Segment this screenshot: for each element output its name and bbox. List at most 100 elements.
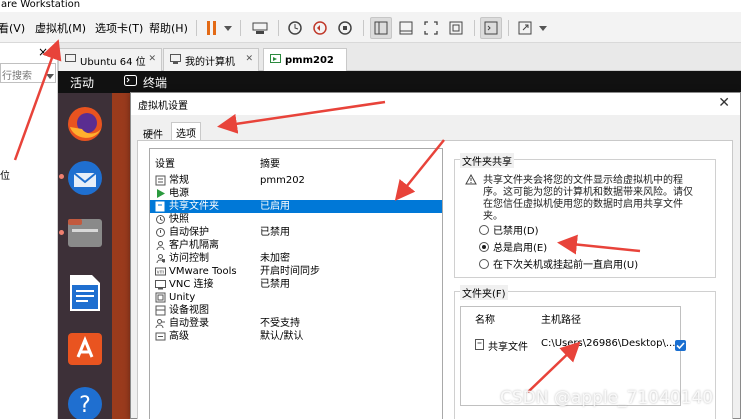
close-tab-icon[interactable]: ✕ — [245, 54, 253, 64]
folder-enabled-checkbox[interactable] — [675, 340, 686, 351]
setting-summary: 已禁用 — [260, 279, 290, 290]
device-view-icon — [155, 305, 166, 316]
setting-name: Unity — [169, 292, 196, 303]
toolbar-separator — [278, 20, 279, 36]
setting-name: 共享文件夹 — [169, 201, 219, 212]
dropdown-icon[interactable] — [222, 17, 234, 39]
setting-name: 自动登录 — [169, 318, 209, 329]
console-view-icon[interactable] — [480, 17, 502, 39]
terminal-icon — [124, 75, 137, 89]
menu-view[interactable]: 看(V) — [0, 20, 25, 36]
software-icon[interactable] — [66, 331, 104, 370]
setting-summary: 未加密 — [260, 253, 290, 264]
access-control-icon — [156, 254, 165, 264]
tab-label: Ubuntu 64 位 — [80, 56, 146, 68]
setting-name: VNC 连接 — [169, 279, 214, 290]
tab-options[interactable]: 选项 — [171, 122, 201, 141]
setting-name: 设备视图 — [169, 305, 209, 316]
settings-row-vnc[interactable]: VNC 连接 已禁用 — [150, 278, 442, 291]
folder-sharing-group: 文件夹共享 共享文件夹会将您的文件显示给虚拟机中的程序。这可能为您的计算机和数据… — [454, 153, 716, 278]
menu-vm[interactable]: 虚拟机(M) — [35, 20, 86, 36]
toolbar-separator — [474, 20, 475, 36]
folder-row[interactable]: 共享文件 C:\Users\26986\Desktop\... — [461, 337, 686, 353]
files-icon[interactable] — [66, 215, 104, 252]
search-dropdown-icon[interactable] — [46, 69, 54, 82]
writer-icon[interactable] — [68, 273, 102, 316]
radio-button[interactable] — [479, 224, 489, 235]
firefox-icon[interactable] — [66, 105, 104, 146]
shared-folder-icon — [475, 339, 484, 350]
settings-row-autologin[interactable]: 自动登录 不受支持 — [150, 317, 442, 330]
vm-settings-dialog: 虚拟机设置 ✕ 硬件 选项 设置 摘要 常规 pmm202 电源 共享文件夹 已… — [130, 92, 741, 419]
settings-row-snapshots[interactable]: 快照 — [150, 213, 442, 226]
dialog-close-icon[interactable]: ✕ — [718, 95, 730, 111]
folder-sharing-title: 文件夹共享 — [460, 153, 514, 168]
activities-button[interactable]: 活动 — [70, 74, 94, 91]
snapshot-manager-icon[interactable] — [335, 17, 355, 39]
setting-name: VMware Tools — [169, 266, 237, 277]
terminal-app-label: 终端 — [143, 76, 168, 90]
settings-row-access-control[interactable]: 访问控制 未加密 — [150, 252, 442, 265]
close-tab-icon[interactable]: ✕ — [148, 54, 156, 64]
sidebar-view-icon[interactable] — [370, 17, 392, 39]
setting-summary: 已禁用 — [260, 227, 290, 238]
library-close-icon[interactable]: × — [38, 45, 48, 59]
menu-help[interactable]: 帮助(H) — [149, 20, 188, 36]
unity-icon[interactable] — [446, 17, 466, 39]
gnome-top-bar: 活动 终端 — [58, 71, 741, 93]
setting-name: 快照 — [169, 214, 189, 225]
tab-hardware[interactable]: 硬件 — [139, 124, 167, 141]
toolbar-separator — [363, 20, 364, 36]
tab-pmm202[interactable]: pmm202 — [263, 48, 347, 72]
sharing-warning-text: 共享文件夹会将您的文件显示给虚拟机中的程序。这可能为您的计算机和数据带来风险。请… — [483, 175, 693, 222]
settings-row-unity[interactable]: Unity — [150, 291, 442, 304]
running-indicator — [59, 174, 64, 179]
col-setting-header: 设置 — [155, 159, 175, 170]
settings-row-vmware-tools[interactable]: vm VMware Tools 开启时间同步 — [150, 265, 442, 278]
library-item[interactable]: 位 — [0, 167, 10, 182]
help-icon[interactable]: ? — [66, 385, 104, 419]
thunderbird-icon[interactable] — [66, 159, 104, 200]
radio-button[interactable] — [479, 258, 489, 269]
svg-text:?: ? — [79, 393, 91, 418]
menu-tabs[interactable]: 选项卡(T) — [95, 20, 143, 36]
thumbnail-view-icon[interactable] — [396, 17, 416, 39]
stretch-icon[interactable] — [515, 17, 535, 39]
vnc-icon — [155, 280, 166, 290]
radio-always-enabled[interactable]: 总是启用(E) — [479, 239, 547, 254]
folders-title: 文件夹(F) — [460, 285, 508, 300]
dialog-title: 虚拟机设置 — [138, 101, 188, 112]
settings-row-device-view[interactable]: 设备视图 — [150, 304, 442, 317]
tab-ubuntu[interactable]: Ubuntu 64 位 ✕ — [58, 48, 162, 71]
tab-my-computer[interactable]: 我的计算机 ✕ — [163, 48, 259, 71]
settings-list: 设置 摘要 常规 pmm202 电源 共享文件夹 已启用 快照 自动保护 已禁用 — [149, 148, 443, 419]
radio-button-selected[interactable] — [479, 241, 489, 252]
pause-icon[interactable] — [204, 17, 220, 39]
folder-host-path: C:\Users\26986\Desktop\... — [541, 338, 676, 349]
settings-row-guest-isolation[interactable]: 客户机隔离 — [150, 239, 442, 252]
tab-label: pmm202 — [285, 55, 334, 66]
radio-disabled[interactable]: 已禁用(D) — [479, 222, 539, 237]
settings-row-general[interactable]: 常规 pmm202 — [150, 174, 442, 187]
dialog-title-bar: 虚拟机设置 ✕ — [131, 93, 740, 115]
revert-snapshot-icon[interactable] — [310, 17, 330, 39]
snapshot-icon[interactable] — [285, 17, 305, 39]
computer-icon — [170, 53, 181, 67]
setting-name: 电源 — [169, 188, 189, 199]
settings-row-autoprotect[interactable]: 自动保护 已禁用 — [150, 226, 442, 239]
send-keys-icon[interactable] — [250, 17, 270, 39]
dropdown-icon[interactable] — [537, 17, 549, 39]
folder-name: 共享文件 — [488, 342, 528, 353]
col-summary-header: 摘要 — [260, 159, 280, 170]
menubar: 看(V) 虚拟机(M) 选项卡(T) 帮助(H) — [0, 12, 741, 43]
settings-row-power[interactable]: 电源 — [150, 187, 442, 200]
radio-until-poweroff[interactable]: 在下次关机或挂起前一直启用(U) — [479, 256, 638, 271]
running-indicator — [59, 230, 64, 235]
fullscreen-icon[interactable] — [421, 17, 441, 39]
settings-row-advanced[interactable]: 高级 默认/默认 — [150, 330, 442, 343]
power-icon — [157, 189, 165, 198]
toolbar-separator — [196, 20, 197, 36]
vmware-tools-icon: vm — [155, 267, 166, 276]
settings-row-shared-folders[interactable]: 共享文件夹 已启用 — [150, 200, 442, 213]
svg-text:vm: vm — [157, 270, 165, 276]
